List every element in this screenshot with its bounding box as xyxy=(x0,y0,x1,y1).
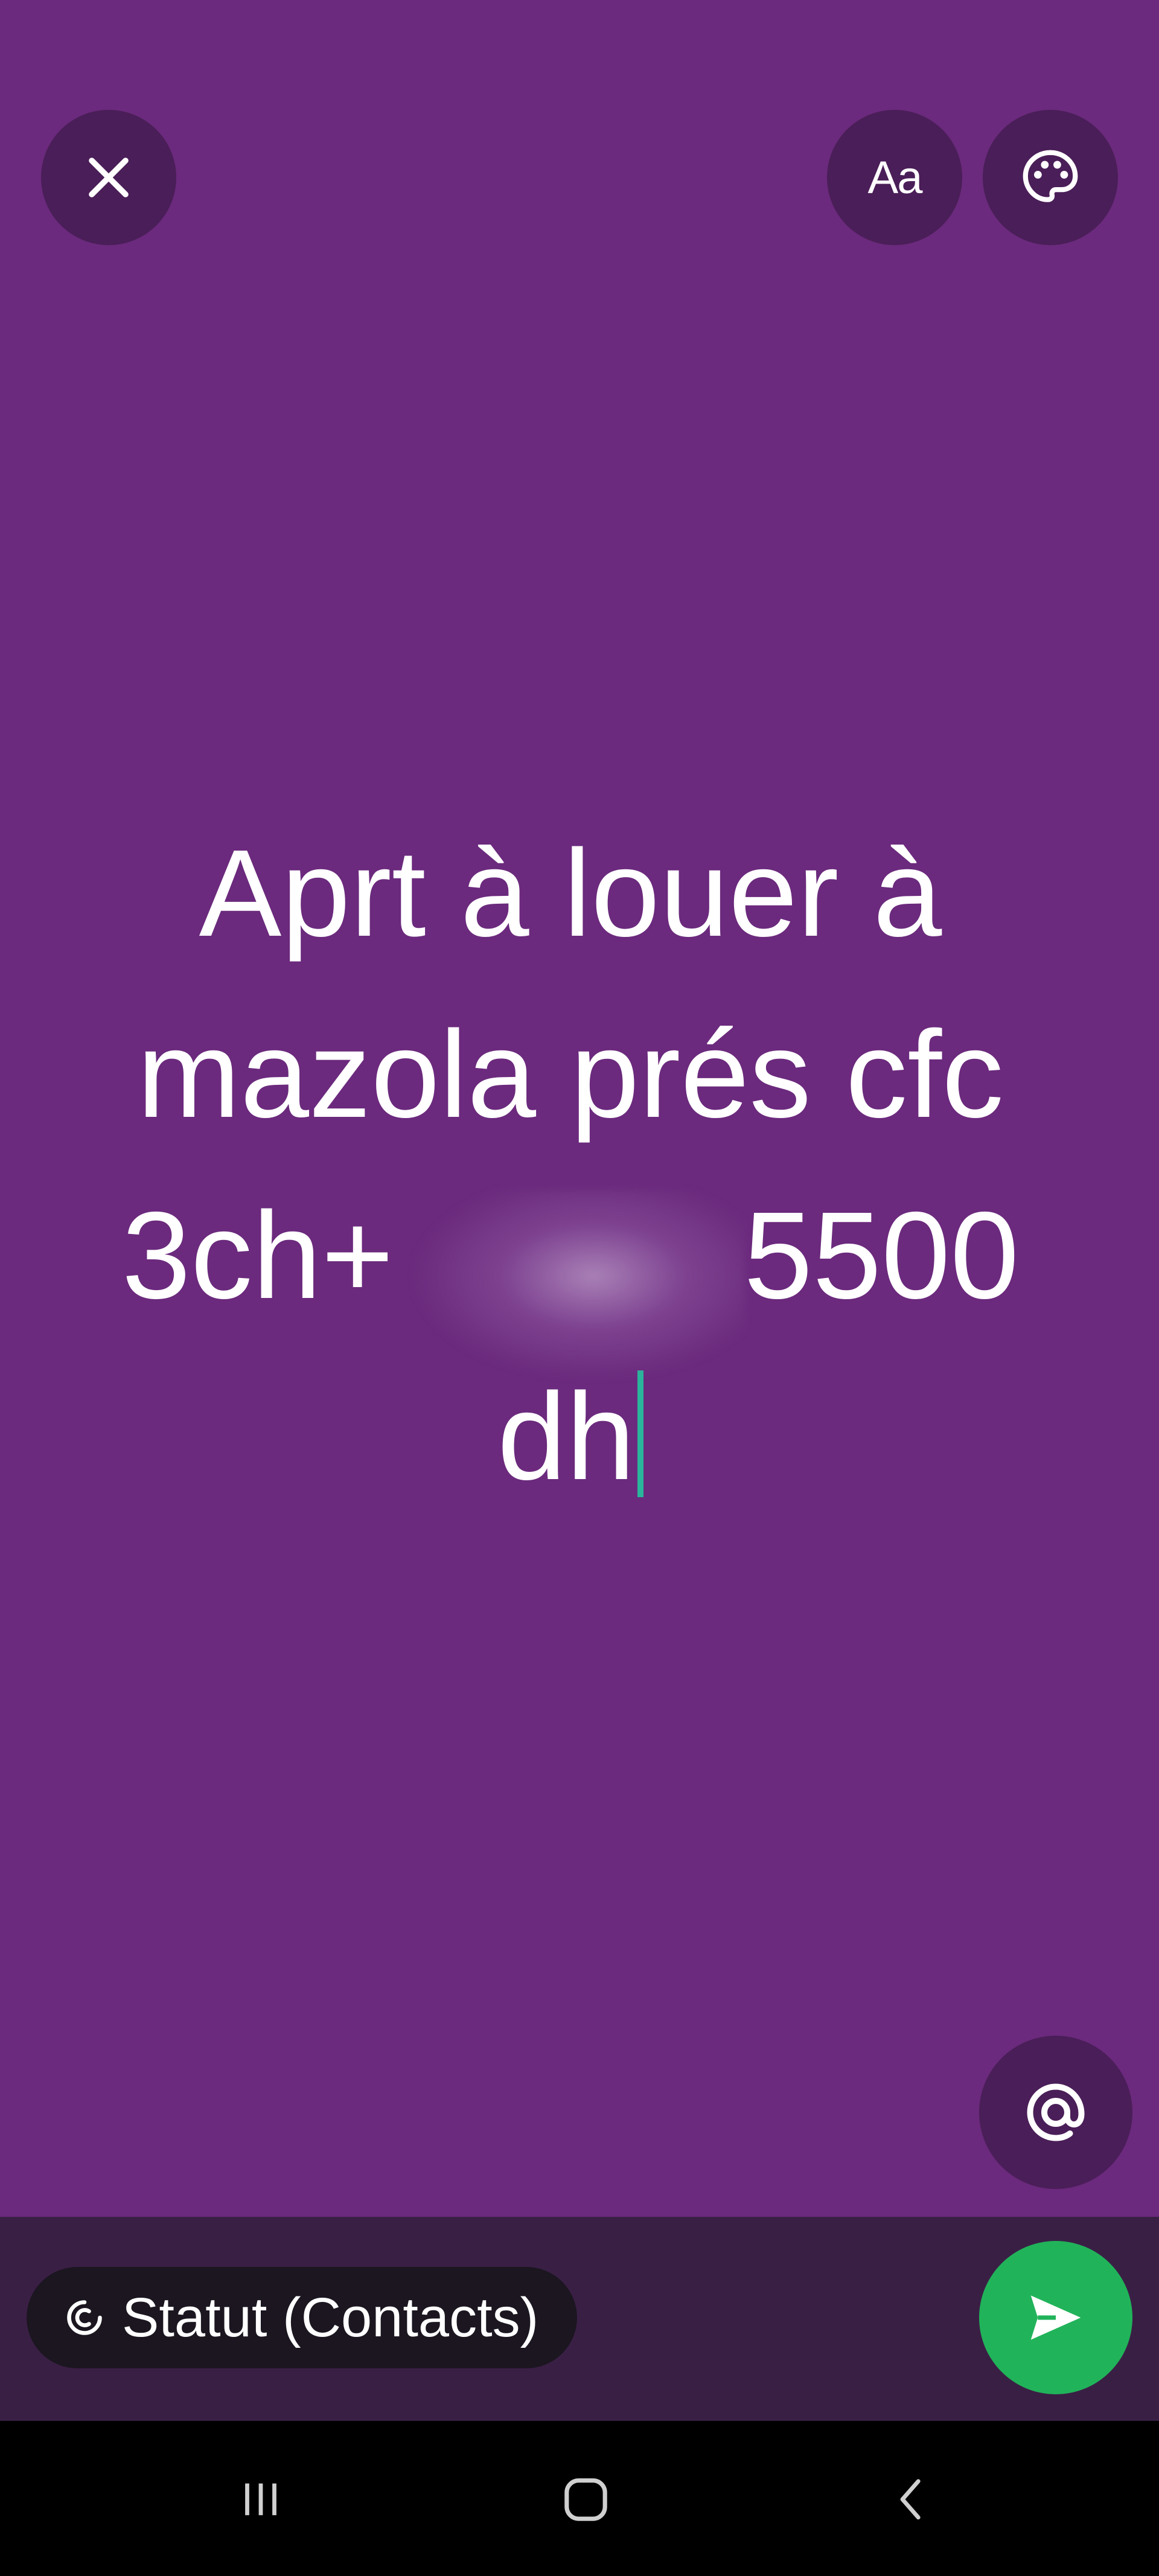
close-icon xyxy=(89,158,129,197)
home-icon xyxy=(564,2478,607,2521)
send-button[interactable] xyxy=(979,2241,1132,2394)
back-button[interactable] xyxy=(869,2460,954,2539)
color-palette-button[interactable] xyxy=(983,110,1118,245)
send-icon xyxy=(1030,2295,1081,2340)
status-text-fragment: 3ch+ xyxy=(121,1186,394,1325)
status-text-line-2: mazola prés cfc xyxy=(137,1005,1004,1143)
font-style-label: Aa xyxy=(867,152,923,203)
close-button[interactable] xyxy=(41,110,176,245)
status-text-price: 5500 xyxy=(744,1186,1020,1325)
palette-icon xyxy=(1023,150,1078,202)
audience-selector[interactable]: Statut (Contacts) xyxy=(27,2267,578,2368)
recents-icon xyxy=(245,2483,276,2516)
status-text-input[interactable]: Aprt à louer à mazola prés cfc 3ch+ 5500 … xyxy=(60,803,1081,1527)
recents-button[interactable] xyxy=(219,2460,303,2539)
status-text-line-1: Aprt à louer à xyxy=(199,824,942,962)
font-style-button[interactable]: Aa xyxy=(827,110,962,245)
audience-label: Statut (Contacts) xyxy=(122,2286,539,2348)
at-sign-icon xyxy=(1027,2083,1085,2141)
status-text-currency: dh xyxy=(497,1367,636,1506)
contacts-status-icon xyxy=(67,2300,102,2335)
mention-button[interactable] xyxy=(979,2036,1132,2189)
home-button[interactable] xyxy=(543,2460,628,2539)
text-cursor xyxy=(637,1370,644,1497)
blurred-region xyxy=(407,1189,746,1382)
back-icon xyxy=(900,2479,921,2520)
